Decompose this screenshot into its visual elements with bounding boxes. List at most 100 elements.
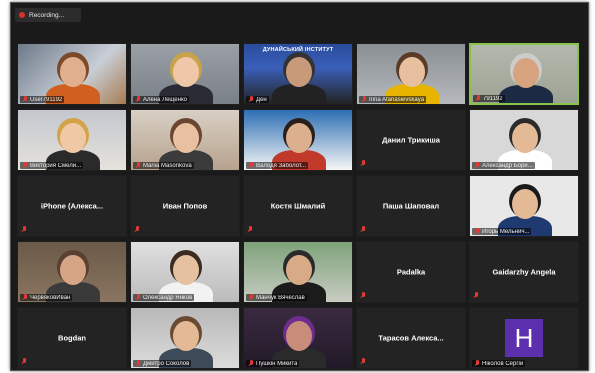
participant-label: Ніколов Сергій bbox=[472, 360, 526, 367]
participant-name: Mariia Masonkova bbox=[143, 162, 192, 169]
record-icon bbox=[19, 12, 25, 18]
muted-mic-icon bbox=[474, 360, 480, 367]
participant-label: Игорь Мельнич... bbox=[472, 228, 532, 235]
participant-tile[interactable]: ДУНАЙСЬКИЙ ІНСТИТУТ Ден bbox=[243, 43, 353, 105]
participant-tile[interactable]: Иван Попов bbox=[130, 175, 240, 237]
recording-indicator[interactable]: Recording... bbox=[15, 8, 81, 22]
participant-name: Валодя Заболот... bbox=[256, 162, 306, 169]
participant-label: Алёна Лещенко bbox=[133, 96, 189, 103]
participant-grid: User791192 Алёна Лещенко ДУНАЙСЬКИЙ ІНСТИТ… bbox=[17, 43, 579, 369]
participant-name: Пушкін Микита bbox=[256, 360, 298, 367]
participant-name-center: Gaidarzhy Angela bbox=[492, 267, 556, 277]
muted-mic-icon bbox=[21, 226, 27, 233]
participant-name: Ден bbox=[256, 96, 267, 103]
participant-video bbox=[18, 242, 126, 302]
participant-label: Манчук Вячеслав bbox=[246, 294, 307, 301]
participant-name: User791192 bbox=[30, 96, 63, 103]
participant-video bbox=[470, 110, 578, 170]
muted-mic-icon bbox=[135, 96, 141, 103]
participant-tile[interactable]: Пушкін Микита bbox=[243, 307, 353, 369]
participant-name-center: iPhone (Алекса... bbox=[40, 201, 104, 211]
participant-name-center: Тарасов Алекса... bbox=[378, 333, 444, 343]
participant-name: 791192 bbox=[483, 95, 503, 102]
participant-video bbox=[244, 242, 352, 302]
participant-video bbox=[131, 44, 239, 104]
muted-mic-icon bbox=[360, 358, 366, 365]
participant-tile[interactable]: Irina Afanasievskaya bbox=[356, 43, 466, 105]
participant-label: ЧервяковИван bbox=[20, 294, 73, 301]
participant-video bbox=[244, 308, 352, 368]
participant-name: Дмитро Соколов bbox=[143, 360, 190, 367]
muted-mic-icon bbox=[135, 294, 141, 301]
participant-tile[interactable]: Тарасов Алекса... bbox=[356, 307, 466, 369]
participant-tile[interactable]: Игорь Мельнич... bbox=[469, 175, 579, 237]
muted-mic-icon bbox=[474, 228, 480, 235]
muted-mic-icon bbox=[248, 294, 254, 301]
participant-tile[interactable]: Александр Бори... bbox=[469, 109, 579, 171]
participant-label: Mariia Masonkova bbox=[133, 162, 194, 169]
participant-tile[interactable]: Данил Трикиша bbox=[356, 109, 466, 171]
muted-mic-icon bbox=[475, 95, 481, 102]
participant-name: ЧервяковИван bbox=[30, 294, 71, 301]
participant-name: Манчук Вячеслав bbox=[256, 294, 305, 301]
participant-label: Олександр Янков bbox=[133, 294, 195, 301]
participant-tile[interactable]: 791192 bbox=[469, 43, 579, 105]
participant-name-center: Костя Шмалий bbox=[270, 201, 326, 211]
participant-video bbox=[357, 44, 465, 104]
muted-mic-icon bbox=[21, 358, 27, 365]
participant-label: Валодя Заболот... bbox=[246, 162, 308, 169]
muted-mic-icon bbox=[248, 96, 254, 103]
participant-video bbox=[131, 242, 239, 302]
participant-tile[interactable]: Олександр Янков bbox=[130, 241, 240, 303]
muted-mic-icon bbox=[134, 226, 140, 233]
participant-label: Ден bbox=[246, 96, 269, 103]
participant-video bbox=[131, 308, 239, 368]
muted-mic-icon bbox=[22, 162, 28, 169]
participant-tile[interactable]: Mariia Masonkova bbox=[130, 109, 240, 171]
muted-mic-icon bbox=[248, 162, 254, 169]
participant-name: Ніколов Сергій bbox=[482, 360, 524, 367]
participant-tile[interactable]: iPhone (Алекса... bbox=[17, 175, 127, 237]
muted-mic-icon bbox=[361, 96, 367, 103]
participant-name-center: Padalka bbox=[396, 267, 426, 277]
participant-tile[interactable]: Padalka bbox=[356, 241, 466, 303]
participant-video bbox=[18, 110, 126, 170]
participant-label: Irina Afanasievskaya bbox=[359, 96, 427, 103]
participant-tile[interactable]: ЧервяковИван bbox=[17, 241, 127, 303]
muted-mic-icon bbox=[360, 160, 366, 167]
participant-name-center: Bogdan bbox=[58, 333, 86, 343]
participant-name-center: Иван Попов bbox=[162, 201, 208, 211]
participant-label: Виктория Смели... bbox=[20, 162, 84, 169]
participant-label: 791192 bbox=[473, 95, 505, 102]
participant-tile[interactable]: Валодя Заболот... bbox=[243, 109, 353, 171]
participant-name-center: Паша Шаповал bbox=[382, 201, 440, 211]
participant-video bbox=[131, 110, 239, 170]
participant-tile[interactable]: Костя Шмалий bbox=[243, 175, 353, 237]
muted-mic-icon bbox=[247, 226, 253, 233]
recording-label: Recording... bbox=[29, 11, 65, 19]
zoom-window: Recording... User791192 Алёна Лещенко ДУНА… bbox=[10, 2, 589, 371]
participant-tile[interactable]: Gaidarzhy Angela bbox=[469, 241, 579, 303]
participant-tile[interactable]: Bogdan bbox=[17, 307, 127, 369]
muted-mic-icon bbox=[135, 360, 141, 367]
participant-tile[interactable]: Дмитро Соколов bbox=[130, 307, 240, 369]
muted-mic-icon bbox=[360, 292, 366, 299]
participant-tile[interactable]: Алёна Лещенко bbox=[130, 43, 240, 105]
participant-tile[interactable]: Виктория Смели... bbox=[17, 109, 127, 171]
participant-tile[interactable]: Манчук Вячеслав bbox=[243, 241, 353, 303]
participant-video: ДУНАЙСЬКИЙ ІНСТИТУТ bbox=[244, 44, 352, 104]
muted-mic-icon bbox=[474, 162, 480, 169]
participant-tile[interactable]: User791192 bbox=[17, 43, 127, 105]
participant-name: Irina Afanasievskaya bbox=[369, 96, 425, 103]
muted-mic-icon bbox=[135, 162, 141, 169]
participant-name: Алёна Лещенко bbox=[143, 96, 187, 103]
participant-label: Александр Бори... bbox=[472, 162, 535, 169]
muted-mic-icon bbox=[473, 292, 479, 299]
background-banner-text: ДУНАЙСЬКИЙ ІНСТИТУТ bbox=[262, 47, 334, 53]
participant-name: Виктория Смели... bbox=[30, 162, 82, 169]
participant-tile[interactable]: H Ніколов Сергій bbox=[469, 307, 579, 369]
muted-mic-icon bbox=[248, 360, 254, 367]
participant-tile[interactable]: Паша Шаповал bbox=[356, 175, 466, 237]
participant-avatar: H bbox=[505, 319, 543, 357]
participant-name: Александр Бори... bbox=[482, 162, 533, 169]
